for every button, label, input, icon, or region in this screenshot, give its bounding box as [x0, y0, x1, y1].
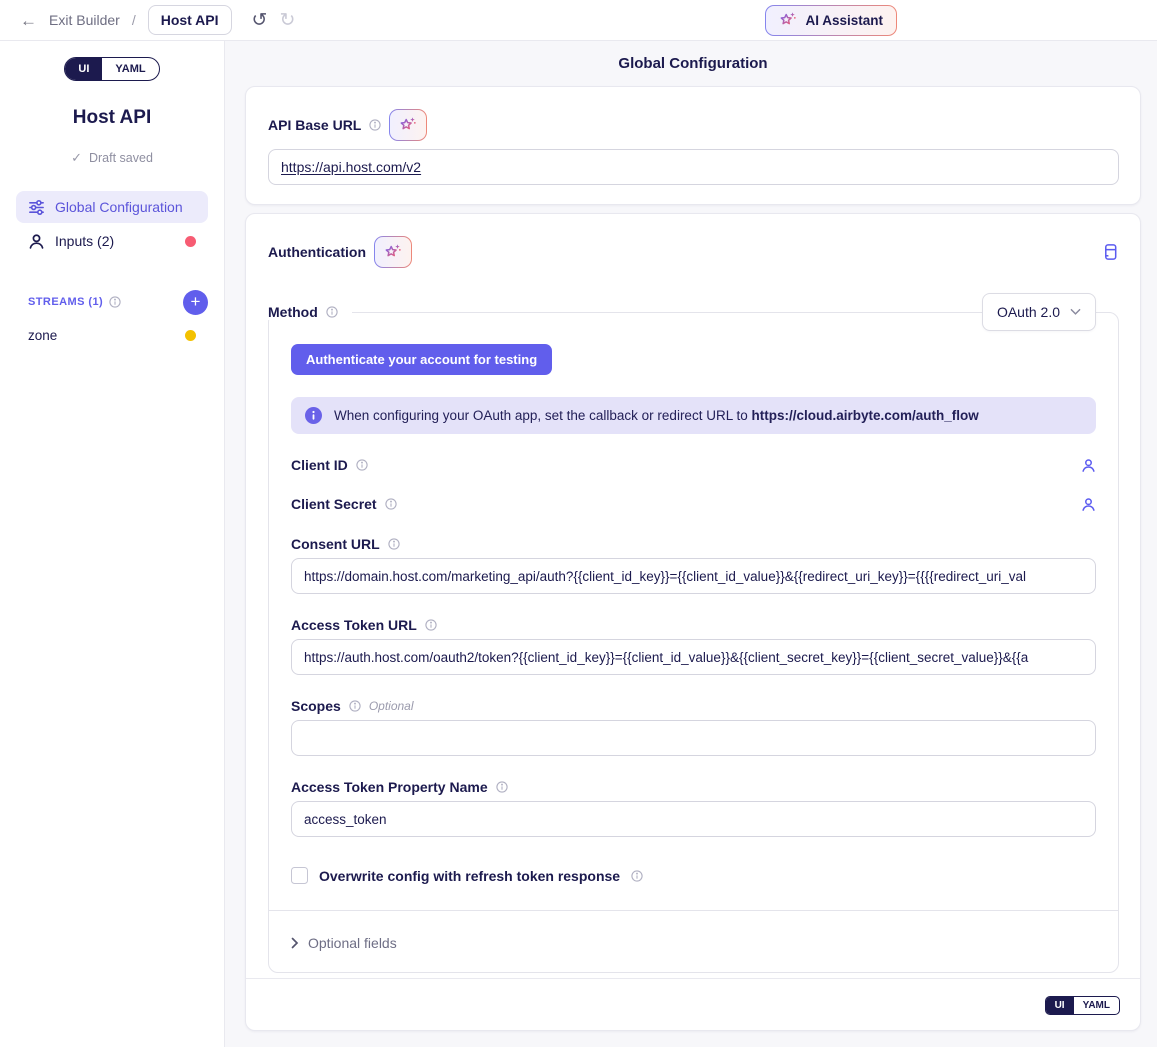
client-id-label: Client ID: [291, 457, 348, 473]
page-title: Global Configuration: [245, 55, 1141, 72]
inputs-status-dot: [185, 236, 196, 247]
info-icon: [425, 619, 437, 631]
streams-label: STREAMS (1): [28, 296, 103, 308]
api-base-url-card: API Base URL: [245, 86, 1141, 205]
method-label: Method: [268, 304, 318, 320]
token-property-label: Access Token Property Name: [291, 779, 488, 795]
oauth-callback-banner: When configuring your OAuth app, set the…: [291, 397, 1096, 434]
sidebar-item-inputs[interactable]: Inputs (2): [16, 225, 208, 257]
info-filled-icon: [305, 407, 322, 424]
sliders-icon: [28, 199, 45, 216]
connector-name-field[interactable]: Host API: [148, 5, 232, 35]
sidebar-item-label: Global Configuration: [55, 199, 183, 215]
info-icon: [388, 538, 400, 550]
authenticate-button[interactable]: Authenticate your account for testing: [291, 344, 552, 375]
consent-url-input[interactable]: [291, 558, 1096, 594]
ai-assist-button[interactable]: [374, 236, 412, 268]
save-status-label: Draft saved: [89, 151, 153, 165]
breadcrumb-separator: /: [132, 12, 136, 28]
card-footer: UI YAML: [246, 978, 1140, 1030]
banner-text: When configuring your OAuth app, set the…: [334, 408, 979, 423]
info-icon: [349, 700, 361, 712]
ai-assist-button[interactable]: [389, 109, 427, 141]
consent-url-label: Consent URL: [291, 536, 380, 552]
sidebar-item-label: Inputs (2): [55, 233, 114, 249]
auth-method-select[interactable]: OAuth 2.0: [982, 293, 1096, 331]
toggle-ui-option[interactable]: UI: [65, 58, 102, 80]
authentication-card: Authentication: [245, 213, 1141, 1031]
ui-yaml-toggle-bottom: UI YAML: [1045, 996, 1120, 1015]
info-icon: [326, 306, 338, 318]
token-property-field: Access Token Property Name: [291, 779, 1096, 837]
streams-header: STREAMS (1) +: [16, 289, 208, 315]
consent-url-field: Consent URL: [291, 536, 1096, 594]
optional-fields-label: Optional fields: [308, 935, 397, 951]
check-icon: ✓: [71, 150, 82, 166]
toggle-yaml-option[interactable]: YAML: [102, 58, 158, 80]
overwrite-config-row: Overwrite config with refresh token resp…: [291, 867, 1096, 884]
main-content: Global Configuration API Base URL: [225, 41, 1157, 1047]
connector-title: Host API: [16, 107, 208, 129]
scopes-field: Scopes Optional: [291, 698, 1096, 756]
access-token-url-input[interactable]: [291, 639, 1096, 675]
info-icon: [385, 498, 397, 510]
ai-sparkle-star-icon: [779, 11, 797, 29]
overwrite-config-label: Overwrite config with refresh token resp…: [319, 868, 620, 884]
user-icon: [28, 233, 45, 250]
info-icon: [109, 296, 121, 308]
ui-yaml-toggle-top: UI YAML: [64, 57, 159, 81]
sidebar-item-stream-zone[interactable]: zone: [16, 319, 208, 351]
redo-icon[interactable]: ↻: [279, 11, 295, 30]
access-token-url-field: Access Token URL: [291, 617, 1096, 675]
ai-sparkle-star-icon: [399, 116, 417, 134]
top-bar: ← Exit Builder / Host API ↺ ↻ AI Assista…: [0, 0, 1157, 41]
user-input-icon: [1081, 497, 1096, 512]
info-icon: [356, 459, 368, 471]
sidebar-item-global-configuration[interactable]: Global Configuration: [16, 191, 208, 223]
toggle-yaml-option[interactable]: YAML: [1074, 997, 1119, 1014]
save-status: ✓ Draft saved: [16, 150, 208, 166]
auth-method-value: OAuth 2.0: [997, 304, 1060, 320]
chevron-down-icon: [1070, 308, 1081, 316]
stream-status-dot: [185, 330, 196, 341]
scopes-label: Scopes: [291, 698, 341, 714]
info-icon: [496, 781, 508, 793]
ai-assistant-label: AI Assistant: [805, 13, 883, 28]
toggle-ui-option[interactable]: UI: [1046, 997, 1074, 1014]
optional-fields-toggle[interactable]: Optional fields: [269, 910, 1118, 972]
api-base-url-label: API Base URL: [268, 117, 361, 133]
client-id-row: Client ID: [291, 456, 1096, 474]
ai-sparkle-star-icon: [384, 243, 402, 261]
scopes-input[interactable]: [291, 720, 1096, 756]
docs-book-icon[interactable]: [1102, 243, 1119, 261]
sidebar: UI YAML Host API ✓ Draft saved Global Co…: [0, 41, 225, 1047]
info-icon: [631, 870, 643, 882]
ai-assistant-button[interactable]: AI Assistant: [765, 5, 897, 36]
access-token-url-label: Access Token URL: [291, 617, 417, 633]
chevron-right-icon: [291, 937, 299, 949]
token-property-input[interactable]: [291, 801, 1096, 837]
stream-name-label: zone: [28, 328, 57, 343]
authentication-label: Authentication: [268, 244, 366, 260]
client-secret-row: Client Secret: [291, 495, 1096, 513]
api-base-url-input[interactable]: [268, 149, 1119, 185]
undo-icon[interactable]: ↺: [252, 11, 268, 30]
overwrite-config-checkbox[interactable]: [291, 867, 308, 884]
user-input-icon: [1081, 458, 1096, 473]
client-secret-label: Client Secret: [291, 496, 377, 512]
oauth-group: Authenticate your account for testing Wh…: [268, 312, 1119, 973]
info-icon: [369, 119, 381, 131]
callback-url: https://cloud.airbyte.com/auth_flow: [751, 408, 978, 423]
optional-tag: Optional: [369, 699, 414, 713]
method-row: Method OAuth 2.0: [268, 293, 1119, 331]
add-stream-button[interactable]: +: [183, 290, 208, 315]
exit-builder-link[interactable]: Exit Builder: [49, 12, 120, 28]
back-arrow-icon[interactable]: ←: [20, 12, 37, 29]
